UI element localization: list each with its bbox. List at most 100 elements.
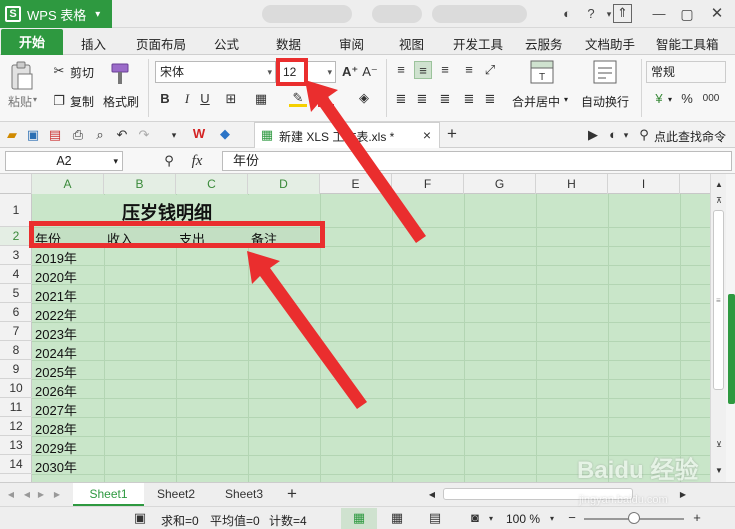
- row-header[interactable]: 14: [0, 455, 32, 474]
- text-align-left-icon[interactable]: ≣: [393, 90, 409, 108]
- row-header[interactable]: 7: [0, 322, 32, 341]
- chevron-down-icon[interactable]: ▾: [620, 126, 632, 144]
- formula-input[interactable]: 年份: [222, 151, 732, 171]
- next-sheet-icon[interactable]: ▶: [36, 486, 46, 504]
- align-top-icon[interactable]: ≡: [393, 61, 409, 79]
- skin-icon[interactable]: ◐: [558, 4, 576, 24]
- year-cell[interactable]: 2022年: [35, 305, 77, 324]
- print-preview-icon[interactable]: ⌕: [92, 126, 108, 144]
- folder-icon[interactable]: ▰: [4, 126, 20, 144]
- column-header-a[interactable]: A: [32, 174, 104, 194]
- number-format-select[interactable]: 常规: [646, 61, 726, 83]
- copy-button[interactable]: 复制: [70, 93, 94, 110]
- chevron-down-icon[interactable]: ▾: [486, 510, 496, 528]
- skin-icon[interactable]: ◐: [605, 126, 621, 144]
- font-name-select[interactable]: 宋体 ▾: [155, 61, 276, 83]
- last-sheet-icon[interactable]: ▶: [52, 486, 62, 504]
- year-cell[interactable]: 2021年: [35, 286, 77, 305]
- row-header[interactable]: 2: [0, 227, 32, 246]
- maximize-icon[interactable]: ▢: [678, 4, 696, 24]
- chevron-down-icon[interactable]: ▾: [668, 95, 672, 104]
- format-painter-button[interactable]: 格式刷: [103, 93, 139, 110]
- row-header[interactable]: 11: [0, 398, 32, 417]
- column-header-i[interactable]: I: [608, 174, 680, 194]
- row-header[interactable]: 8: [0, 341, 32, 360]
- cut-button[interactable]: 剪切: [70, 64, 94, 81]
- column-header-e[interactable]: E: [320, 174, 392, 194]
- first-sheet-icon[interactable]: ◀: [6, 486, 16, 504]
- macro-icon[interactable]: ▣: [132, 509, 148, 527]
- year-cell[interactable]: 2025年: [35, 362, 77, 381]
- row-header[interactable]: 10: [0, 379, 32, 398]
- paste-button[interactable]: 粘贴: [8, 93, 32, 110]
- app-menu-button[interactable]: S WPS 表格 ▾: [0, 0, 112, 28]
- vertical-scrollbar[interactable]: ▲ ⊼ ≡ ⊻ ▼: [710, 174, 726, 482]
- chevron-down-icon[interactable]: ▾: [168, 126, 180, 144]
- row-header[interactable]: 1: [0, 194, 32, 227]
- select-all-corner[interactable]: [0, 174, 32, 194]
- tab-view[interactable]: 视图: [399, 34, 424, 53]
- export-pdf-icon[interactable]: ▤: [47, 126, 63, 144]
- chevron-down-icon[interactable]: ▾: [564, 95, 568, 104]
- year-cell[interactable]: 2028年: [35, 419, 77, 438]
- row-header[interactable]: 5: [0, 284, 32, 303]
- tab-review[interactable]: 审阅: [339, 34, 364, 53]
- year-cell[interactable]: 2023年: [35, 324, 77, 343]
- search-icon[interactable]: ⚲: [636, 126, 652, 144]
- tab-insert[interactable]: 插入: [81, 34, 106, 53]
- fill-color-icon[interactable]: ✎: [289, 89, 307, 107]
- prev-sheet-icon[interactable]: ◀: [22, 486, 32, 504]
- cube-icon[interactable]: ◆: [216, 125, 234, 143]
- minimize-icon[interactable]: —: [650, 4, 668, 24]
- name-box[interactable]: A2 ▾: [5, 151, 123, 171]
- bold-icon[interactable]: B: [158, 90, 172, 108]
- justify-icon[interactable]: ≣: [461, 90, 477, 108]
- align-bottom-icon[interactable]: ≡: [437, 61, 453, 79]
- tab-developer[interactable]: 开发工具: [453, 34, 503, 53]
- column-header-c[interactable]: C: [176, 174, 248, 194]
- sheet-tab-2[interactable]: Sheet2: [148, 483, 204, 506]
- scroll-thumb[interactable]: ≡: [713, 210, 724, 390]
- year-cell[interactable]: 2030年: [35, 457, 77, 476]
- zoom-slider-thumb[interactable]: [628, 512, 640, 524]
- tab-home[interactable]: 开始: [1, 29, 63, 56]
- close-icon[interactable]: ✕: [708, 4, 726, 24]
- underline-icon[interactable]: U: [198, 90, 212, 108]
- tab-cloud[interactable]: 云服务: [525, 34, 563, 53]
- thousands-icon[interactable]: 000: [700, 90, 722, 108]
- clear-format-icon[interactable]: ◈: [355, 89, 373, 107]
- border-icon[interactable]: ⊞: [222, 90, 240, 108]
- page-layout-view-icon[interactable]: ▤: [426, 509, 444, 527]
- undo-icon[interactable]: ↶: [114, 126, 130, 144]
- fill-pattern-icon[interactable]: ▦: [252, 90, 270, 108]
- sheet-tab-3[interactable]: Sheet3: [216, 483, 272, 506]
- text-align-center-icon[interactable]: ≣: [414, 90, 430, 108]
- play-icon[interactable]: ▶: [585, 126, 601, 144]
- row-header[interactable]: 9: [0, 360, 32, 379]
- scroll-left-icon[interactable]: ◀: [427, 486, 437, 504]
- merge-center-icon[interactable]: T: [530, 60, 554, 84]
- zoom-level[interactable]: 100 %: [506, 512, 540, 526]
- year-cell[interactable]: 2027年: [35, 400, 77, 419]
- function-button[interactable]: fx: [186, 152, 208, 170]
- increase-font-icon[interactable]: A⁺: [342, 63, 358, 81]
- zoom-icon[interactable]: ⚲: [160, 152, 178, 170]
- italic-icon[interactable]: I: [180, 90, 194, 108]
- distribute-icon[interactable]: ≣: [482, 90, 498, 108]
- new-tab-icon[interactable]: +: [444, 125, 460, 143]
- restore-window-icon[interactable]: ⇑: [613, 4, 632, 23]
- side-panel-handle[interactable]: [728, 294, 735, 404]
- sheet-tab-1[interactable]: Sheet1: [73, 483, 144, 506]
- align-left-icon[interactable]: ≡: [461, 61, 477, 79]
- tab-doc-assistant[interactable]: 文档助手: [585, 34, 635, 53]
- column-header-d[interactable]: D: [248, 174, 320, 194]
- tab-smart-tools[interactable]: 智能工具箱: [656, 34, 719, 53]
- chevron-down-icon[interactable]: ▾: [547, 510, 557, 528]
- orientation-icon[interactable]: ⤢: [482, 61, 498, 79]
- column-header-g[interactable]: G: [464, 174, 536, 194]
- row-header[interactable]: 4: [0, 265, 32, 284]
- redo-icon[interactable]: ↷: [136, 126, 152, 144]
- decrease-font-icon[interactable]: A⁻: [362, 63, 378, 81]
- document-tab[interactable]: ▦ 新建 XLS 工作表.xls * ×: [254, 122, 440, 148]
- tab-data[interactable]: 数据: [276, 34, 301, 53]
